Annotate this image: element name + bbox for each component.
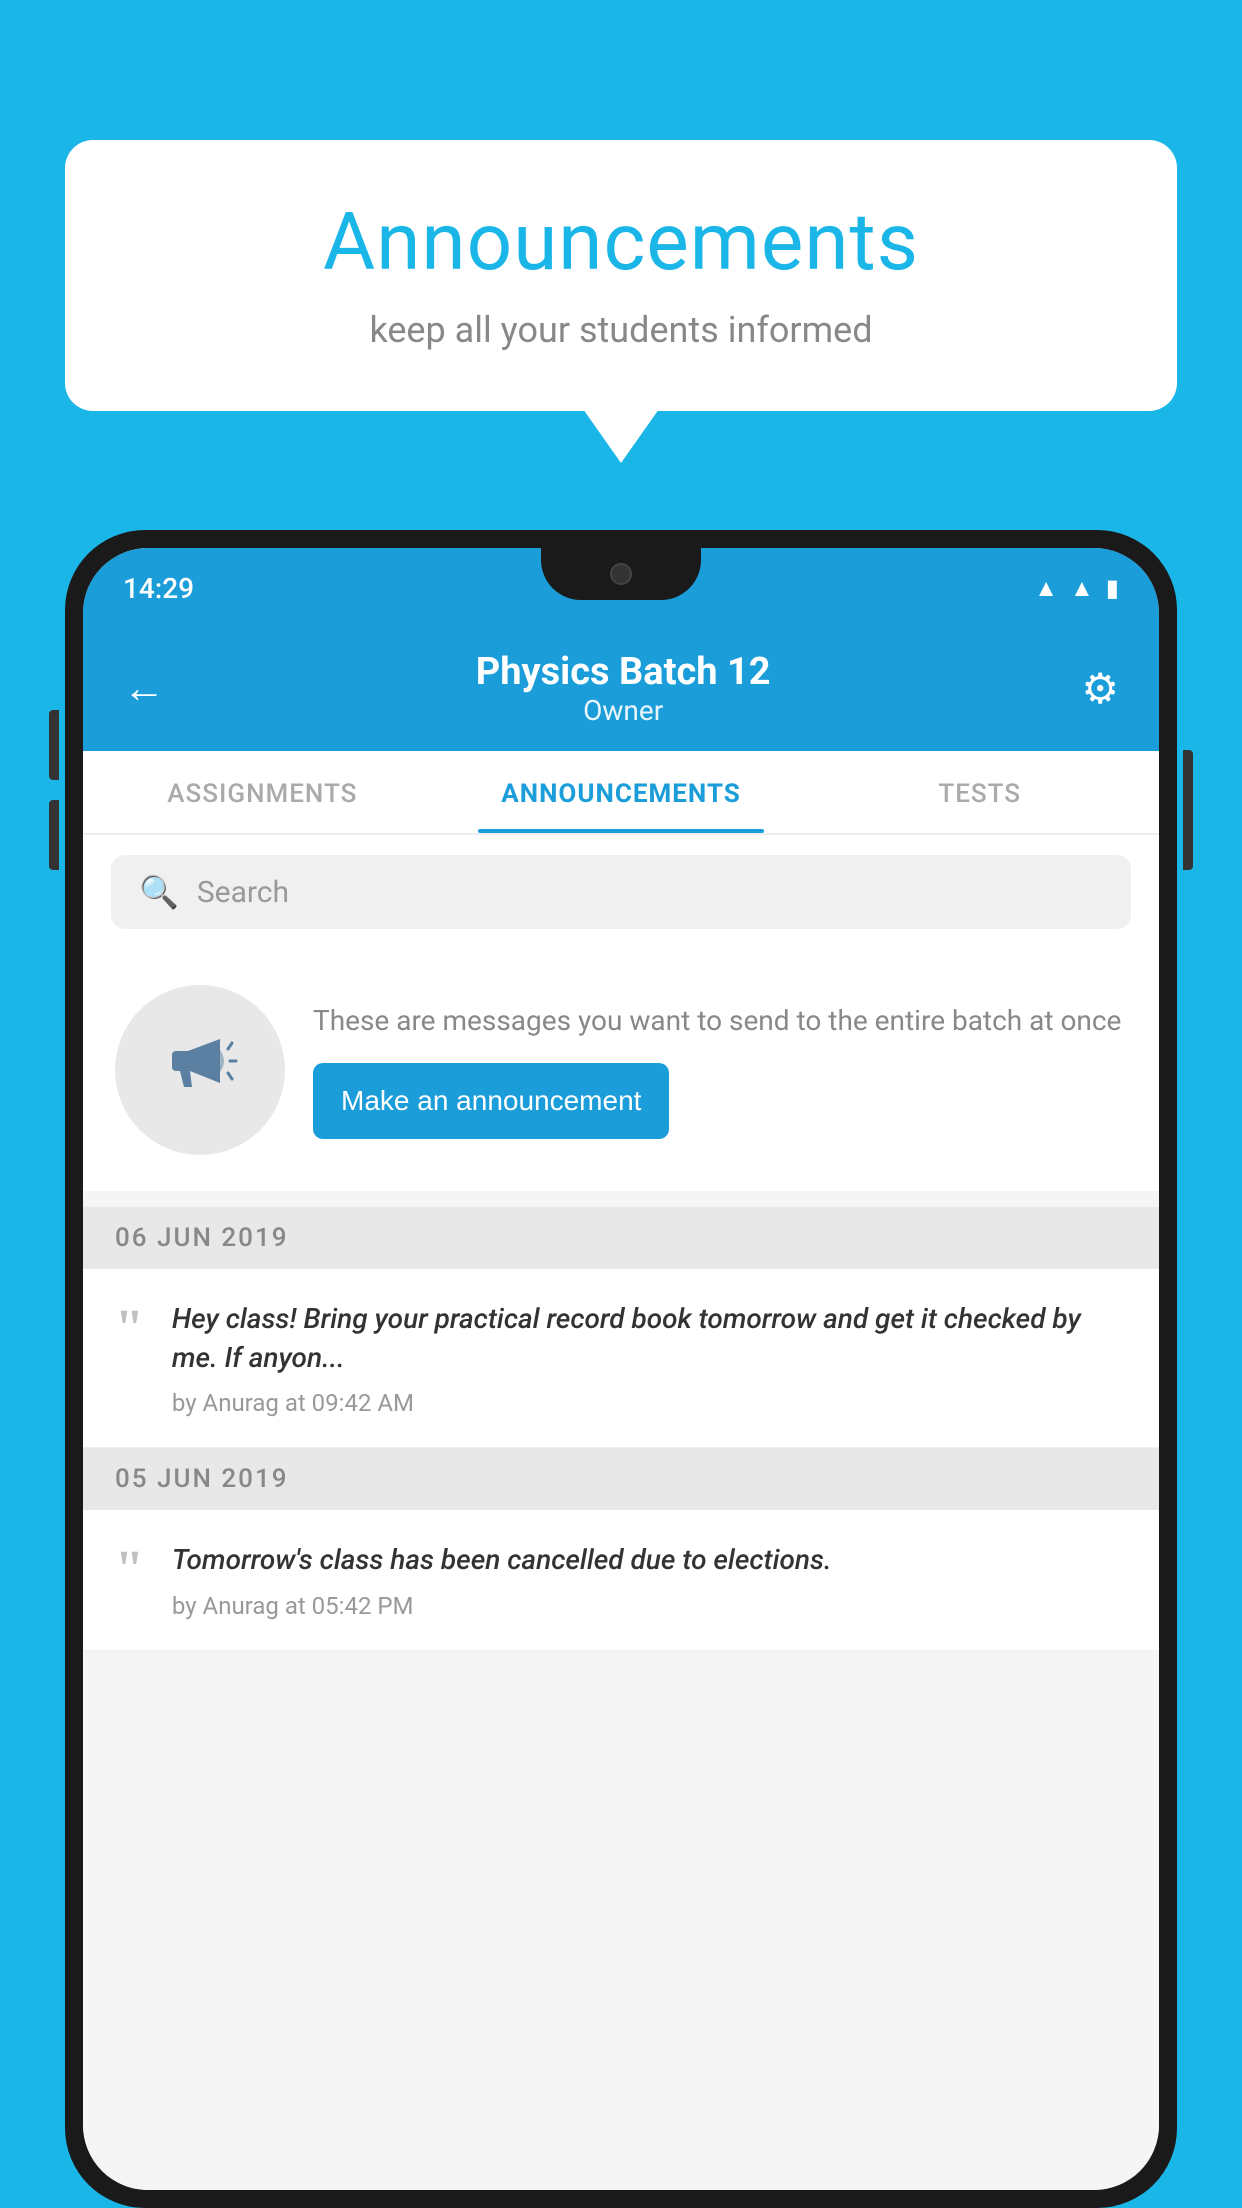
megaphone-icon xyxy=(160,1021,240,1119)
speech-bubble-section: Announcements keep all your students inf… xyxy=(65,140,1177,411)
phone-outer: 14:29 ▲ ▲ ▮ ← Physics Batch 12 Owner ⚙ xyxy=(65,530,1177,2208)
header-title-section: Physics Batch 12 Owner xyxy=(165,650,1081,727)
status-bar: 14:29 ▲ ▲ ▮ xyxy=(83,548,1159,628)
status-icons: ▲ ▲ ▮ xyxy=(1034,574,1119,603)
announcement-content-2: Tomorrow's class has been cancelled due … xyxy=(172,1540,1127,1619)
search-input[interactable]: Search xyxy=(197,875,289,910)
announcement-meta-1: by Anurag at 09:42 AM xyxy=(172,1389,1127,1417)
notch xyxy=(541,548,701,600)
app-header: ← Physics Batch 12 Owner ⚙ xyxy=(83,628,1159,751)
tab-announcements[interactable]: ANNOUNCEMENTS xyxy=(442,751,801,833)
date-separator-2: 05 JUN 2019 xyxy=(83,1448,1159,1510)
search-container: 🔍 Search xyxy=(83,835,1159,949)
power-button[interactable] xyxy=(1183,750,1193,870)
battery-icon: ▮ xyxy=(1106,574,1119,602)
announcement-item-1[interactable]: " Hey class! Bring your practical record… xyxy=(83,1269,1159,1448)
wifi-icon: ▲ xyxy=(1034,574,1058,603)
announcement-meta-2: by Anurag at 05:42 PM xyxy=(172,1592,1127,1620)
announcement-item-2[interactable]: " Tomorrow's class has been cancelled du… xyxy=(83,1510,1159,1650)
tab-assignments[interactable]: ASSIGNMENTS xyxy=(83,751,442,833)
signal-icon: ▲ xyxy=(1070,574,1094,603)
search-icon: 🔍 xyxy=(139,873,179,911)
bubble-title: Announcements xyxy=(125,195,1117,289)
date-separator-1: 06 JUN 2019 xyxy=(83,1207,1159,1269)
camera xyxy=(610,563,632,585)
promo-description: These are messages you want to send to t… xyxy=(313,1001,1127,1040)
phone-inner: 14:29 ▲ ▲ ▮ ← Physics Batch 12 Owner ⚙ xyxy=(83,548,1159,2190)
announcement-text-1: Hey class! Bring your practical record b… xyxy=(172,1299,1127,1377)
quote-icon-2: " xyxy=(115,1544,144,1596)
date-text-2: 05 JUN 2019 xyxy=(115,1464,289,1494)
header-title: Physics Batch 12 xyxy=(165,650,1081,694)
volume-up-button[interactable] xyxy=(49,710,59,780)
quote-icon-1: " xyxy=(115,1303,144,1355)
settings-icon[interactable]: ⚙ xyxy=(1081,664,1119,714)
search-input-wrapper[interactable]: 🔍 Search xyxy=(111,855,1131,929)
promo-card: These are messages you want to send to t… xyxy=(83,949,1159,1191)
content-area: 🔍 Search xyxy=(83,835,1159,2190)
make-announcement-button[interactable]: Make an announcement xyxy=(313,1063,669,1139)
announcement-text-2: Tomorrow's class has been cancelled due … xyxy=(172,1540,1127,1579)
volume-down-button[interactable] xyxy=(49,800,59,870)
announcement-content-1: Hey class! Bring your practical record b… xyxy=(172,1299,1127,1417)
promo-icon-circle xyxy=(115,985,285,1155)
back-button[interactable]: ← xyxy=(123,664,165,713)
speech-bubble: Announcements keep all your students inf… xyxy=(65,140,1177,411)
status-time: 14:29 xyxy=(123,572,194,605)
bubble-subtitle: keep all your students informed xyxy=(125,309,1117,351)
header-subtitle: Owner xyxy=(165,694,1081,727)
phone-wrapper: 14:29 ▲ ▲ ▮ ← Physics Batch 12 Owner ⚙ xyxy=(65,530,1177,2208)
tabs-bar: ASSIGNMENTS ANNOUNCEMENTS TESTS xyxy=(83,751,1159,835)
date-text-1: 06 JUN 2019 xyxy=(115,1223,289,1253)
promo-text-section: These are messages you want to send to t… xyxy=(313,1001,1127,1138)
tab-tests[interactable]: TESTS xyxy=(800,751,1159,833)
